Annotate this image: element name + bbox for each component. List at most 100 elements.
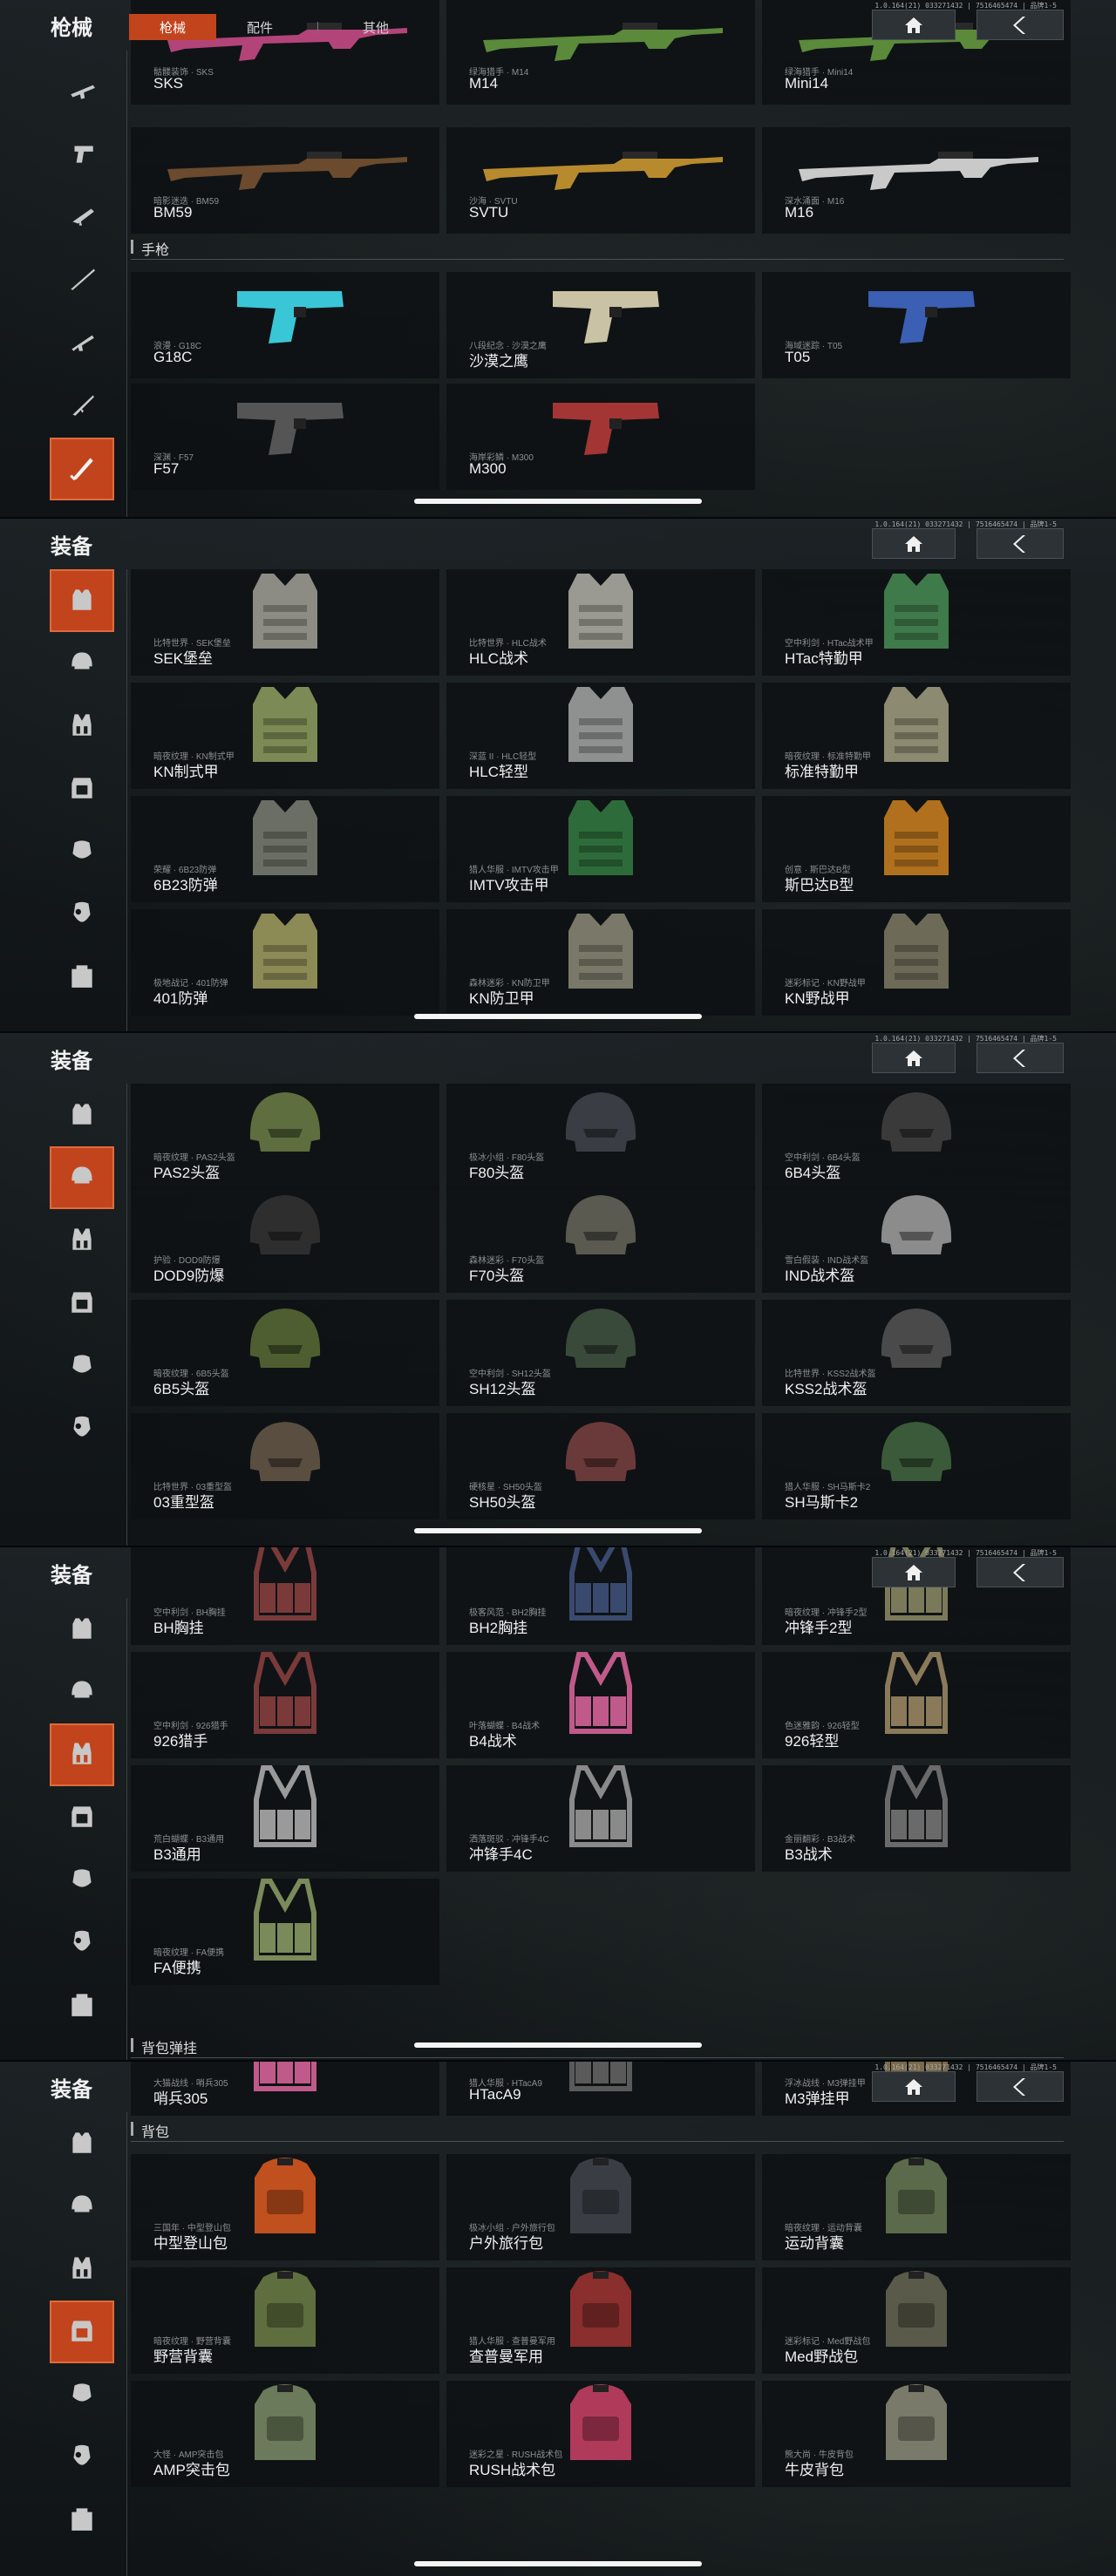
home-button[interactable] (872, 528, 956, 559)
item-card[interactable]: 极地战记 · 401防弹 401防弹 (131, 909, 439, 1016)
sidebar-item-pistol[interactable] (50, 124, 114, 187)
item-card[interactable]: 沙海 · SVTU SVTU (446, 127, 755, 234)
chest-rig-icon (67, 2253, 97, 2287)
item-card[interactable]: 暗夜纹理 · 6B5头盔 6B5头盔 (131, 1300, 439, 1406)
item-card[interactable]: 暗夜纹理 · 野营背囊 野营背囊 (131, 2267, 439, 2374)
sidebar-item-mask[interactable] (50, 2363, 114, 2426)
back-icon (1013, 2077, 1025, 2096)
sidebar-item-bag[interactable] (50, 2489, 114, 2552)
item-card[interactable]: 比特世界 · KSS2战术盔 KSS2战术盔 (762, 1300, 1071, 1406)
item-card[interactable]: 迷彩之星 · RUSH战术包 RUSH战术包 (446, 2381, 755, 2487)
item-card[interactable]: 护验 · DOD9防爆 DOD9防爆 (131, 1186, 439, 1293)
item-card[interactable]: 极冰小组 · F80头盔 F80头盔 (446, 1084, 755, 1190)
home-button[interactable] (872, 10, 956, 40)
item-card[interactable]: 比特世界 · SEK堡垒 SEK堡垒 (131, 569, 439, 676)
sidebar-item-chest-rig[interactable] (50, 1209, 114, 1272)
sidebar-item-shotgun[interactable] (50, 312, 114, 375)
item-card[interactable]: 硬核星 · SH50头盔 SH50头盔 (446, 1413, 755, 1519)
sidebar-item-helmet[interactable] (50, 1661, 114, 1723)
item-card[interactable]: 猎人华服 · 查普曼军用 查普曼军用 (446, 2267, 755, 2374)
home-icon (905, 1050, 922, 1066)
sidebar-item-chest-rig[interactable] (50, 2238, 114, 2301)
item-card[interactable]: 暗夜纹理 · 标准特勤甲 标准特勤甲 (762, 683, 1071, 789)
sidebar-item-chest-rig[interactable] (50, 695, 114, 758)
tab-other[interactable]: 其他 (332, 14, 419, 40)
sidebar-item-melee[interactable] (50, 438, 114, 500)
sidebar-item-mask[interactable] (50, 820, 114, 883)
item-card[interactable]: 猎人华服 · SH马斯卡2 SH马斯卡2 (762, 1413, 1071, 1519)
sidebar-item-vest[interactable] (50, 1084, 114, 1146)
back-button[interactable] (976, 2071, 1064, 2102)
sidebar-item-gas-mask[interactable] (50, 1912, 114, 1974)
item-card[interactable]: 荒白蝴蝶 · B3通用 B3通用 (131, 1765, 439, 1872)
item-card[interactable]: 深蓝 II · HLC轻型 HLC轻型 (446, 683, 755, 789)
item-card[interactable]: 大怪 · AMP突击包 AMP突击包 (131, 2381, 439, 2487)
sidebar-item-smg[interactable] (50, 187, 114, 249)
item-card[interactable]: 海岸彩鳞 · M300 M300 (446, 384, 755, 490)
sidebar-item-gas-mask[interactable] (50, 1397, 114, 1460)
item-card[interactable]: 比特世界 · 03重型盔 03重型盔 (131, 1413, 439, 1519)
sidebar-item-chest-rig[interactable] (50, 1723, 114, 1786)
sidebar-item-helmet[interactable] (50, 1146, 114, 1209)
back-button[interactable] (976, 1557, 1064, 1587)
sidebar-item-mask[interactable] (50, 1849, 114, 1912)
item-card[interactable]: 八段纪念 · 沙漠之鹰 沙漠之鹰 (446, 272, 755, 378)
tab-attachments[interactable]: 配件 (216, 14, 303, 40)
home-button[interactable] (872, 2071, 956, 2102)
sidebar-item-vest[interactable] (50, 1598, 114, 1661)
tab-guns[interactable]: 枪械 (129, 14, 216, 40)
sidebar-item-marksman[interactable] (50, 375, 114, 438)
item-card[interactable]: 雪白假装 · IND战术盔 IND战术盔 (762, 1186, 1071, 1293)
item-card[interactable]: 空中利剑 · HTac战术甲 HTac特勤甲 (762, 569, 1071, 676)
item-card[interactable]: 暗影迷迭 · BM59 BM59 (131, 127, 439, 234)
item-name: FA便携 (153, 1960, 201, 1976)
item-card[interactable]: 熊大尚 · 牛皮背包 牛皮背包 (762, 2381, 1071, 2487)
sidebar-item-gas-mask[interactable] (50, 883, 114, 946)
item-card[interactable]: 森林迷彩 · F70头盔 F70头盔 (446, 1186, 755, 1293)
item-card[interactable]: 深水涌面 · M16 M16 (762, 127, 1071, 234)
sidebar-item-helmet[interactable] (50, 2175, 114, 2238)
sidebar-item-vest[interactable] (50, 569, 114, 632)
sidebar-item-mask[interactable] (50, 1335, 114, 1397)
home-button[interactable] (872, 1557, 956, 1587)
item-card[interactable]: 空中利剑 · SH12头盔 SH12头盔 (446, 1300, 755, 1406)
item-card[interactable]: 金丽翻彩 · B3战术 B3战术 (762, 1765, 1071, 1872)
item-card[interactable]: 暗夜纹理 · 运动背囊 运动背囊 (762, 2154, 1071, 2260)
sidebar-item-bag[interactable] (50, 1974, 114, 2037)
item-card[interactable]: 叶落蝴蝶 · B4战术 B4战术 (446, 1652, 755, 1758)
item-card[interactable]: 暗夜纹理 · FA便携 FA便携 (131, 1879, 439, 1985)
item-card[interactable]: 色迷雅韵 · 926轻型 926轻型 (762, 1652, 1071, 1758)
back-icon (1013, 1049, 1025, 1067)
back-button[interactable] (976, 10, 1064, 40)
back-button[interactable] (976, 1043, 1064, 1073)
item-card[interactable]: 空中利剑 · 6B4头盔 6B4头盔 (762, 1084, 1071, 1190)
item-card[interactable]: 极冰小组 · 户外旅行包 户外旅行包 (446, 2154, 755, 2260)
item-card[interactable]: 比特世界 · HLC战术 HLC战术 (446, 569, 755, 676)
item-card[interactable]: 暗夜纹理 · PAS2头盔 PAS2头盔 (131, 1084, 439, 1190)
sidebar-item-armor-plate[interactable] (50, 1786, 114, 1849)
item-card[interactable]: 深渊 · F57 F57 (131, 384, 439, 490)
item-card[interactable]: 三国年 · 中型登山包 中型登山包 (131, 2154, 439, 2260)
item-card[interactable]: 洒落斑驳 · 冲锋手4C 冲锋手4C (446, 1765, 755, 1872)
item-card[interactable]: 浪漫 · G18C G18C (131, 272, 439, 378)
sidebar-item-sniper[interactable] (50, 249, 114, 312)
sidebar-item-armor-plate[interactable] (50, 2301, 114, 2363)
item-card[interactable]: 猎人华服 · IMTV攻击甲 IMTV攻击甲 (446, 796, 755, 902)
item-card[interactable]: 暗夜纹理 · KN制式甲 KN制式甲 (131, 683, 439, 789)
item-card[interactable]: 海域迷踪 · T05 T05 (762, 272, 1071, 378)
item-card[interactable]: 荣耀 · 6B23防弹 6B23防弹 (131, 796, 439, 902)
sidebar-item-vest[interactable] (50, 2112, 114, 2175)
sidebar-item-helmet[interactable] (50, 632, 114, 695)
sidebar-item-gas-mask[interactable] (50, 2426, 114, 2489)
sidebar-item-armor-plate[interactable] (50, 1272, 114, 1335)
item-card[interactable]: 森林迷彩 · KN防卫甲 KN防卫甲 (446, 909, 755, 1016)
home-button[interactable] (872, 1043, 956, 1073)
item-card[interactable]: 创意 · 斯巴达B型 斯巴达B型 (762, 796, 1071, 902)
item-card[interactable]: 迷彩标记 · KN野战甲 KN野战甲 (762, 909, 1071, 1016)
sidebar-item-bag[interactable] (50, 946, 114, 1009)
sidebar-item-armor-plate[interactable] (50, 758, 114, 820)
sidebar-item-rifle[interactable] (50, 61, 114, 124)
item-card[interactable]: 迷彩标记 · Med野战包 Med野战包 (762, 2267, 1071, 2374)
item-card[interactable]: 空中利剑 · 926猎手 926猎手 (131, 1652, 439, 1758)
back-button[interactable] (976, 528, 1064, 559)
